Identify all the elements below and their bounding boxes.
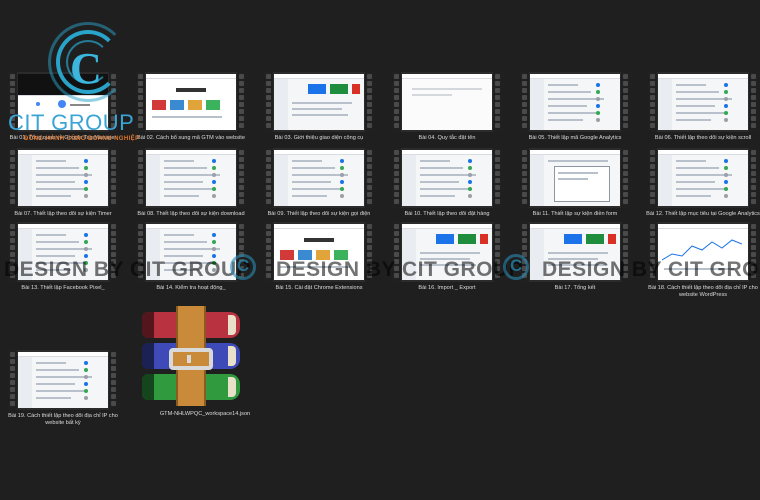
file-caption: Bài 09. Thiết lập theo dõi sự kiện gọi đ… <box>267 211 371 217</box>
file-caption: Bài 17. Tổng kết <box>554 285 596 291</box>
file-caption: Bài 12. Thiết lập mục tiêu tại Google An… <box>646 211 760 217</box>
video-thumbnail-icon <box>8 148 118 208</box>
file-caption: Bài 05. Thiết lập mã Google Analytics <box>528 135 622 141</box>
archive-caption: GTM-NHLWPQC_workspace14.json <box>159 411 251 417</box>
file-caption: Bài 06. Thiết lập theo dõi sự kiện scrol… <box>654 135 752 141</box>
video-thumbnail-icon <box>264 148 374 208</box>
watermark-text: DESIGN BY CIT GROUP <box>276 258 524 281</box>
file-caption: Bài 03. Giới thiệu giao diện công cụ <box>274 135 364 141</box>
file-caption: Bài 13. Thiết lập Facebook Pixel_ <box>21 285 105 291</box>
file-caption: Bài 04. Quy tắc đặt tên <box>418 135 476 141</box>
logo-tagline: ĐỒNG HÀNH CÙNG DOANH NGHIỆP <box>24 136 140 142</box>
video-thumbnail-icon <box>392 148 502 208</box>
file-caption: Bài 18. Cách thiết lập theo dõi địa chỉ … <box>648 285 758 298</box>
file-caption: Bài 10. Thiết lập theo dõi đặt hàng <box>404 211 490 217</box>
video-thumbnail-icon <box>264 72 374 132</box>
file-caption: Bài 19. Cách thiết lập theo dõi địa chỉ … <box>8 413 118 426</box>
video-thumbnail-icon <box>520 148 630 208</box>
video-thumbnail-icon <box>648 72 758 132</box>
file-caption: Bài 15. Cài đặt Chrome Extensions <box>275 285 363 291</box>
file-caption: Bài 14. Kiểm tra hoạt động_ <box>156 285 226 291</box>
video-thumbnail-icon <box>136 148 246 208</box>
watermark-logo-icon <box>230 254 256 280</box>
watermark-text: DESIGN BY CIT GROUP <box>542 258 760 281</box>
watermark-text: DESIGN BY CIT GROUP <box>4 258 252 281</box>
video-thumbnail-icon <box>520 72 630 132</box>
video-thumbnail-icon <box>648 148 758 208</box>
file-caption: Bài 11. Thiết lập sự kiện điền form <box>532 211 618 217</box>
file-caption: Bài 07. Thiết lập theo dõi sự kiện Timer <box>14 211 112 217</box>
video-thumbnail-icon <box>8 350 118 410</box>
watermark-logo-icon <box>503 254 529 280</box>
file-caption: Bài 16. Import _ Export <box>418 285 476 291</box>
logo-name: CIT GROUP <box>8 110 135 135</box>
video-thumbnail-icon <box>392 72 502 132</box>
archive-file[interactable] <box>136 306 246 406</box>
file-caption: Bài 08. Thiết lập theo dõi sự kiện downl… <box>137 211 245 217</box>
cit-group-logo: C CIT GROUP ĐỒNG HÀNH CÙNG DOANH NGHIỆP <box>8 10 150 150</box>
video-thumbnail-icon <box>136 72 246 132</box>
logo-mark-icon: C <box>70 44 102 93</box>
